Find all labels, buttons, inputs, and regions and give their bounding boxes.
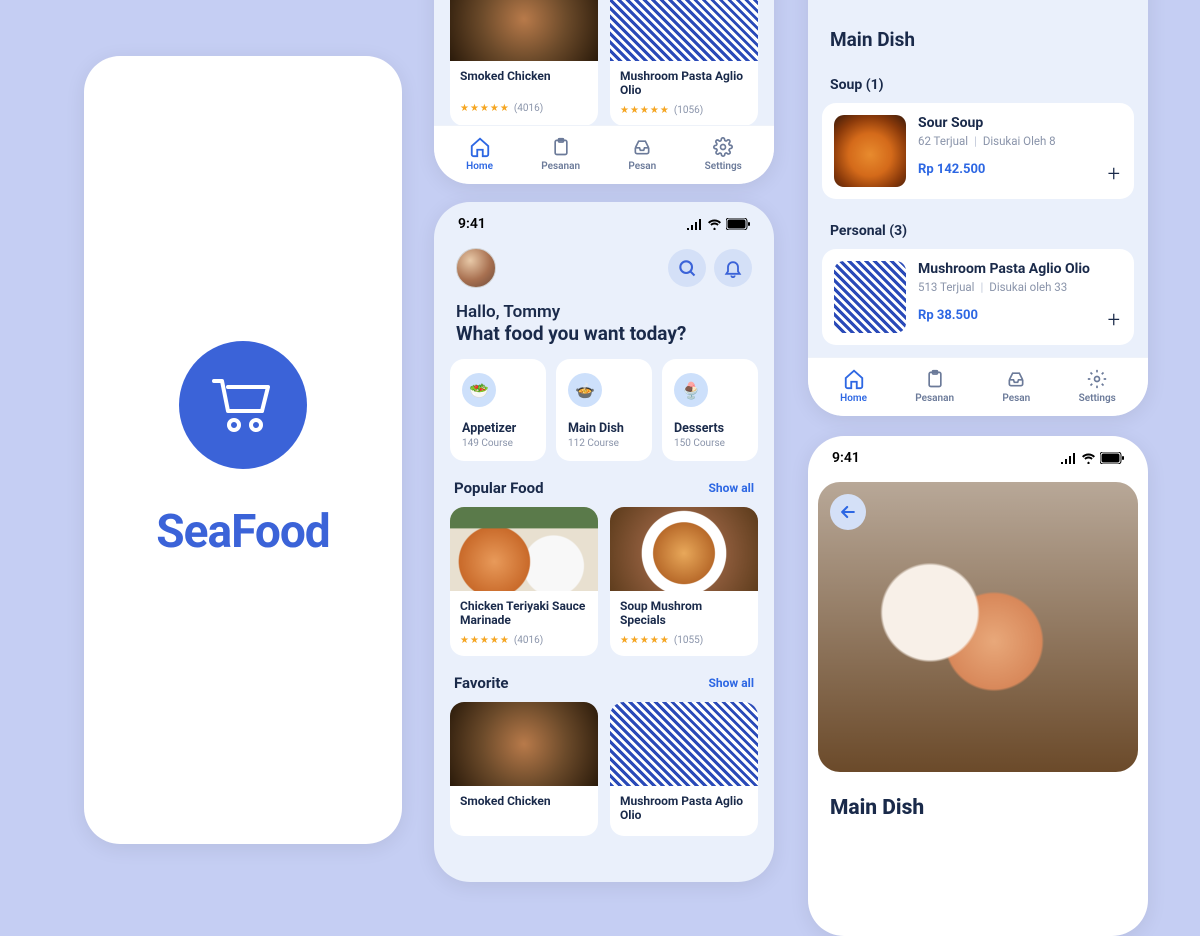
main-dish-icon: 🍲	[568, 373, 602, 407]
stars-icon: ★★★★★	[460, 103, 510, 114]
food-image	[610, 0, 758, 61]
food-image	[450, 0, 598, 61]
detail-screen: 9:41 Main Dish	[808, 436, 1148, 936]
dish-name: Mushroom Pasta Aglio Olio	[918, 261, 1122, 277]
status-bar: 9:41	[434, 202, 774, 238]
nav-pesan[interactable]: Pesan	[1002, 368, 1030, 404]
dish-meta: 62 Terjual|Disukai Oleh 8	[918, 134, 1122, 148]
brand-logo-icon	[179, 341, 307, 469]
food-card[interactable]: Smoked Chicken ★★★★★ (4016)	[450, 0, 598, 126]
search-button[interactable]	[668, 249, 706, 287]
show-all-favorite[interactable]: Show all	[709, 676, 754, 690]
bottom-nav: Home Pesanan Pesan Settings	[808, 357, 1148, 416]
dish-image	[834, 261, 906, 333]
avatar[interactable]	[456, 248, 496, 288]
detail-title: Main Dish	[808, 782, 1148, 834]
bottom-nav: Home Pesanan Pesan Settings	[434, 125, 774, 184]
home-screen-fragment: Smoked Chicken ★★★★★ (4016) Mushroom Pas…	[434, 0, 774, 184]
food-image	[450, 507, 598, 591]
food-rating: ★★★★★(1055)	[610, 631, 758, 646]
food-title: Chicken Teriyaki Sauce Marinade	[450, 591, 598, 631]
nav-settings[interactable]: Settings	[705, 136, 742, 172]
nav-pesanan[interactable]: Pesanan	[915, 368, 954, 404]
stars-icon: ★★★★★	[620, 635, 670, 646]
notifications-button[interactable]	[714, 249, 752, 287]
section-popular-title: Popular Food	[454, 479, 544, 497]
status-time: 9:41	[458, 216, 486, 232]
gear-icon	[712, 136, 734, 158]
food-title: Smoked Chicken	[450, 61, 598, 99]
nav-pesanan[interactable]: Pesanan	[541, 136, 580, 172]
add-button[interactable]: +	[1108, 162, 1120, 187]
food-rating: ★★★★★ (1056)	[610, 101, 758, 116]
home-icon	[469, 136, 491, 158]
food-rating: ★★★★★ (4016)	[450, 99, 598, 114]
clipboard-icon	[924, 368, 946, 390]
nav-pesan[interactable]: Pesan	[628, 136, 656, 172]
brand-name: SeaFood	[156, 505, 329, 559]
food-title: Mushroom Pasta Aglio Olio	[610, 61, 758, 101]
inbox-icon	[631, 136, 653, 158]
gear-icon	[1086, 368, 1108, 390]
food-title: Mushroom Pasta Aglio Olio	[610, 786, 758, 826]
back-button[interactable]	[830, 494, 866, 530]
section-favorite-title: Favorite	[454, 674, 509, 692]
bell-icon	[723, 258, 743, 278]
dish-card[interactable]: Sour Soup 62 Terjual|Disukai Oleh 8 Rp 1…	[822, 103, 1134, 199]
food-title: Soup Mushrom Specials	[610, 591, 758, 631]
group-header-personal: Personal (3)	[808, 211, 1148, 249]
stars-icon: ★★★★★	[460, 635, 510, 646]
main-dish-screen: Main Dish Soup (1) Sour Soup 62 Terjual|…	[808, 0, 1148, 416]
greeting: Hallo, Tommy What food you want today?	[434, 296, 774, 359]
food-image	[610, 507, 758, 591]
category-appetizer[interactable]: 🥗 Appetizer 149 Course	[450, 359, 546, 461]
nav-settings[interactable]: Settings	[1079, 368, 1116, 404]
home-screen: 9:41 Hallo, Tommy What food you want tod…	[434, 202, 774, 882]
dish-name: Sour Soup	[918, 115, 1122, 131]
food-title: Smoked Chicken	[450, 786, 598, 824]
nav-home[interactable]: Home	[466, 136, 493, 172]
splash-screen: SeaFood	[84, 56, 402, 844]
dish-price: Rp 38.500	[918, 308, 1122, 323]
status-icons	[687, 218, 750, 230]
status-time: 9:41	[832, 450, 860, 466]
dish-price: Rp 142.500	[918, 162, 1122, 177]
dish-image	[834, 115, 906, 187]
food-card[interactable]: Chicken Teriyaki Sauce Marinade ★★★★★(40…	[450, 507, 598, 656]
add-button[interactable]: +	[1108, 308, 1120, 333]
home-icon	[843, 368, 865, 390]
page-title: Main Dish	[808, 18, 1148, 65]
clipboard-icon	[550, 136, 572, 158]
status-bar: 9:41	[808, 436, 1148, 472]
category-desserts[interactable]: 🍨 Desserts 150 Course	[662, 359, 758, 461]
category-main-dish[interactable]: 🍲 Main Dish 112 Course	[556, 359, 652, 461]
food-card[interactable]: Soup Mushrom Specials ★★★★★(1055)	[610, 507, 758, 656]
food-card[interactable]: Mushroom Pasta Aglio Olio	[610, 702, 758, 836]
show-all-popular[interactable]: Show all	[709, 481, 754, 495]
appetizer-icon: 🥗	[462, 373, 496, 407]
food-image	[610, 702, 758, 786]
dish-card[interactable]: Mushroom Pasta Aglio Olio 513 Terjual|Di…	[822, 249, 1134, 345]
food-card[interactable]: Smoked Chicken	[450, 702, 598, 836]
food-image	[450, 702, 598, 786]
arrow-left-icon	[838, 502, 858, 522]
food-rating: ★★★★★(4016)	[450, 631, 598, 646]
dish-meta: 513 Terjual|Disukai oleh 33	[918, 280, 1122, 294]
group-header-soup: Soup (1)	[808, 65, 1148, 103]
detail-hero-image	[818, 482, 1138, 772]
search-icon	[677, 258, 697, 278]
food-card[interactable]: Mushroom Pasta Aglio Olio ★★★★★ (1056)	[610, 0, 758, 126]
inbox-icon	[1005, 368, 1027, 390]
status-icons	[1061, 452, 1124, 464]
desserts-icon: 🍨	[674, 373, 708, 407]
nav-home[interactable]: Home	[840, 368, 867, 404]
stars-icon: ★★★★★	[620, 105, 670, 116]
